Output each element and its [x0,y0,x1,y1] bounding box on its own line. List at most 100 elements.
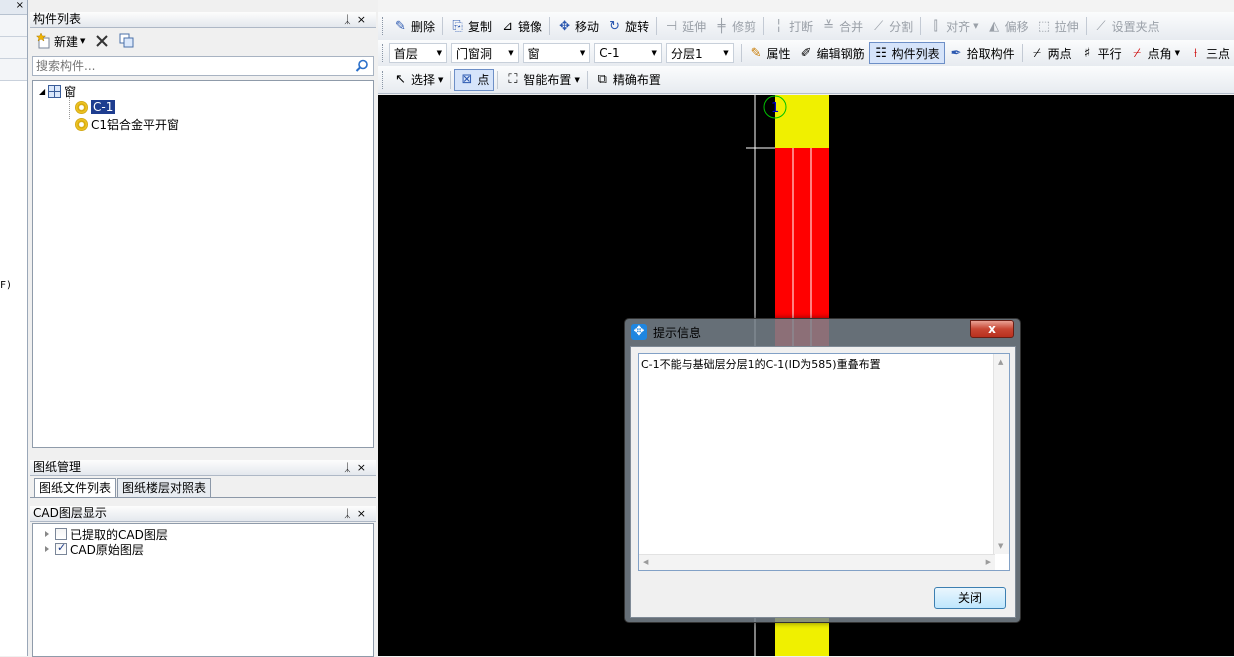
floor-select[interactable]: 首层 ▼ [388,43,447,63]
new-button-label: 新建 [54,34,79,49]
break-button[interactable]: ╎ 打断 [767,15,817,37]
copy-button[interactable]: ⎘ 复制 [446,15,496,37]
scroll-left-icon[interactable]: ◀ [643,558,648,566]
edit-rebar-button[interactable]: ✐ 编辑钢筋 [795,42,869,64]
tab-drawing-file-list[interactable]: 图纸文件列表 [34,478,117,497]
component-gear-icon [75,117,88,131]
new-component-button[interactable]: 新建 ▼ [34,31,87,51]
scroll-right-icon[interactable]: ▶ [986,558,991,566]
dialog-title-bar[interactable]: ✥ 提示信息 x [625,319,1020,345]
cad-layer-original[interactable]: CAD原始图层 [45,541,144,557]
parallel-button[interactable]: ♯ 平行 [1076,42,1126,64]
close-icon[interactable]: x [970,320,1014,338]
drawing-tabs: 图纸文件列表 图纸楼层对照表 [30,476,376,498]
type-select-value: 窗 [527,46,540,61]
filter-toolbar: 首层 ▼ 门窗洞 ▼ 窗 ▼ C-1 ▼ 分层1 ▼ ✎ 属性 ✐ 编辑钢筋 ☷ 构件列表 ✒ 拾… [378,40,1234,66]
stretch-button[interactable]: ⬚ 拉伸 [1033,15,1083,37]
drawing-management-panel: 图纸管理 ᛣ× 图纸文件列表 图纸楼层对照表 [30,460,376,506]
tree-expand-icon[interactable] [45,531,49,537]
layer-checkbox[interactable] [55,528,67,540]
pick-icon: ✒ [950,45,962,61]
left-panel-close-icon[interactable]: × [0,0,27,15]
pin-icon[interactable]: ᛣ [344,13,357,26]
smart-layout-button[interactable]: ⛶ 智能布置 ▼ [501,69,583,91]
merge-button[interactable]: ≚ 合并 [817,15,867,37]
align-icon: ⫿ [933,18,938,34]
vertical-scrollbar[interactable]: ▲ ▼ [993,354,1009,554]
delete-label: 删除 [411,19,436,34]
search-input[interactable] [33,57,333,75]
properties-label: 属性 [766,46,791,61]
select-button[interactable]: ↖ 选择 ▼ [389,69,447,91]
rotate-icon: ↻ [609,18,621,34]
delete-component-button[interactable] [93,31,111,51]
edit-rebar-icon: ✐ [800,45,812,61]
close-icon[interactable]: × [357,507,372,520]
scroll-down-icon[interactable]: ▼ [998,542,1003,550]
chevron-down-icon: ▼ [723,49,729,57]
align-button[interactable]: ⫿ 对齐 ▼ [924,15,982,37]
properties-button[interactable]: ✎ 属性 [745,42,795,64]
tree-item-c1-aluminum[interactable]: C1铝合金平开窗 [75,116,179,132]
tree-item-c1[interactable]: C-1 [75,99,116,115]
category-select[interactable]: 门窗洞 ▼ [450,43,519,63]
mirror-button[interactable]: ⊿ 镜像 [496,15,546,37]
separator [920,17,922,35]
panel-title: 构件列表 [33,12,82,26]
delete-button[interactable]: ✎ 删除 [389,15,439,37]
copy-icon [119,33,134,48]
layer-checkbox[interactable] [55,541,67,555]
point-angle-label: 点角 [1147,46,1172,61]
edit-rebar-label: 编辑钢筋 [816,46,865,61]
stretch-label: 拉伸 [1054,19,1079,34]
component-list-button[interactable]: ☷ 构件列表 [868,42,945,64]
sublayer-select[interactable]: 分层1 ▼ [665,43,734,63]
rotate-label: 旋转 [625,19,650,34]
point-angle-button[interactable]: ⌿ 点角 ▼ [1126,42,1184,64]
component-list-icon: ☷ [875,45,887,61]
tab-drawing-floor-map[interactable]: 图纸楼层对照表 [117,478,212,497]
left-collapsed-panel: × F) [0,0,28,656]
pin-icon[interactable]: ᛣ [344,461,357,474]
tree-collapse-icon[interactable]: ◢ [39,87,45,96]
type-select[interactable]: 窗 ▼ [522,43,591,63]
chevron-down-icon: ▼ [80,37,86,45]
set-grip-button[interactable]: ⟋ 设置夹点 [1090,15,1164,37]
three-point-icon: ⟊ [1193,45,1198,61]
extend-button[interactable]: ⊣ 延伸 [660,15,710,37]
toolbar-grip[interactable] [382,44,385,62]
chevron-down-icon: ▼ [1174,49,1180,57]
trim-button[interactable]: ╪ 修剪 [710,15,760,37]
search-icon[interactable] [355,59,369,73]
smart-layout-label: 智能布置 [523,73,572,87]
tree-root-row[interactable]: ◢ 窗 [39,83,76,99]
message-textbox[interactable]: C-1不能与基础层分层1的C-1(ID为585)重叠布置 ▲ ▼ ◀ ▶ [638,353,1010,571]
offset-button[interactable]: ◭ 偏移 [983,15,1033,37]
precise-layout-button[interactable]: ⧉ 精确布置 [591,69,665,91]
horizontal-scrollbar[interactable]: ◀ ▶ [639,554,995,570]
mirror-icon: ⊿ [502,18,513,34]
copy-component-button[interactable] [117,31,137,51]
chevron-down-icon: ▼ [436,49,442,57]
close-button[interactable]: 关闭 [934,587,1006,609]
chevron-down-icon: ▼ [574,75,580,84]
point-button[interactable]: ⊠ 点 [454,68,495,91]
toolbar-grip[interactable] [382,70,385,89]
close-icon[interactable]: × [357,461,372,474]
pick-component-button[interactable]: ✒ 拾取构件 [945,42,1019,64]
three-point-button[interactable]: ⟊ 三点 [1184,42,1234,64]
two-point-button[interactable]: ⌿ 两点 [1026,42,1076,64]
close-icon[interactable]: × [357,13,372,26]
tree-item-label: C-1 [91,100,116,114]
component-select[interactable]: C-1 ▼ [594,43,662,63]
split-button[interactable]: ⟋ 分割 [867,15,917,37]
offset-label: 偏移 [1004,19,1029,34]
move-button[interactable]: ✥ 移动 [553,15,603,37]
cursor-arrow-icon: ↖ [395,72,406,87]
tree-expand-icon[interactable] [45,546,49,552]
two-point-label: 两点 [1047,46,1072,61]
rotate-button[interactable]: ↻ 旋转 [603,15,653,37]
scroll-up-icon[interactable]: ▲ [998,358,1003,366]
toolbar-grip[interactable] [382,17,385,35]
pin-icon[interactable]: ᛣ [344,507,357,520]
